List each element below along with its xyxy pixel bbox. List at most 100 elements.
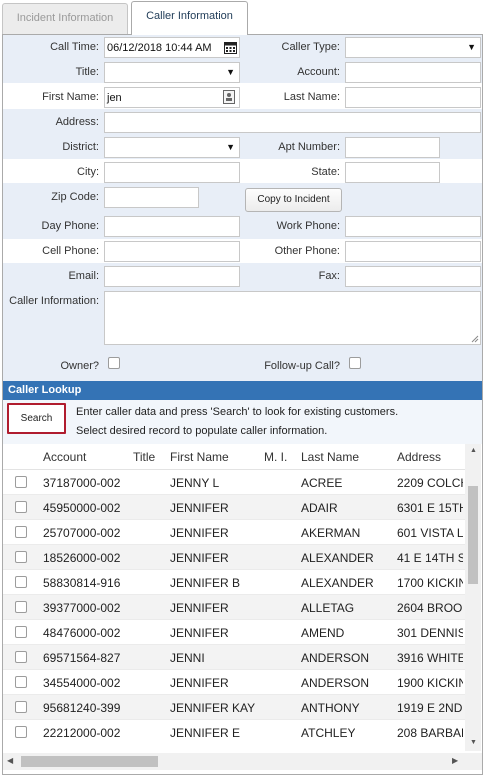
district-select[interactable]: ▼ xyxy=(104,137,240,158)
grid-vertical-scrollbar[interactable]: ▲ ▼ xyxy=(465,444,481,751)
cell-first-name: JENNIFER B xyxy=(170,576,241,590)
table-row[interactable]: 48476000-002 JENNIFER AMEND 301 DENNIS xyxy=(3,620,465,645)
cell-last-name: ALEXANDER xyxy=(301,551,374,565)
row-select-checkbox[interactable] xyxy=(15,601,27,613)
scroll-left-arrow-icon[interactable]: ◀ xyxy=(7,756,13,765)
scroll-right-arrow-icon[interactable]: ▶ xyxy=(452,756,458,765)
row-select-checkbox[interactable] xyxy=(15,501,27,513)
cell-phone-input[interactable] xyxy=(104,241,240,262)
account-label: Account: xyxy=(297,66,340,78)
caller-information-textarea[interactable] xyxy=(104,291,481,345)
call-time-label: Call Time: xyxy=(50,41,99,53)
call-time-field[interactable]: 06/12/2018 10:44 AM xyxy=(104,37,240,58)
vertical-scroll-thumb[interactable] xyxy=(468,486,478,584)
column-header-address[interactable]: Address xyxy=(397,450,441,464)
account-input[interactable] xyxy=(345,62,481,83)
column-header-mi[interactable]: M. I. xyxy=(264,450,287,464)
owner-checkbox[interactable] xyxy=(108,357,120,369)
scroll-up-arrow-icon[interactable]: ▲ xyxy=(470,447,477,454)
cell-first-name: JENNIFER xyxy=(170,626,229,640)
table-row[interactable]: 25707000-002 JENNIFER AKERMAN 601 VISTA LN xyxy=(3,520,465,545)
tab-incident-information[interactable]: Incident Information xyxy=(2,3,128,34)
grid-horizontal-scrollbar[interactable]: ◀ ▶ xyxy=(3,753,482,770)
horizontal-scroll-thumb[interactable] xyxy=(21,756,158,767)
table-row[interactable]: 95681240-399 JENNIFER KAY ANTHONY 1919 E 2N… xyxy=(3,695,465,720)
last-name-input[interactable] xyxy=(345,87,481,108)
cell-address: 301 DENNIS xyxy=(397,626,463,640)
table-row[interactable]: 58830814-916 JENNIFER B ALEXANDER 1700 KICK… xyxy=(3,570,465,595)
lookup-instruction-2: Select desired record to populate caller… xyxy=(76,425,328,437)
row-select-checkbox[interactable] xyxy=(15,726,27,738)
cell-last-name: AMEND xyxy=(301,626,345,640)
contact-card-icon[interactable] xyxy=(223,90,235,104)
cell-last-name: AKERMAN xyxy=(301,526,361,540)
email-input[interactable] xyxy=(104,266,240,287)
district-label: District: xyxy=(62,141,99,153)
table-row[interactable]: 69571564-827 JENNI ANDERSON 3916 WHITE xyxy=(3,645,465,670)
day-phone-label: Day Phone: xyxy=(41,220,99,232)
fax-label: Fax: xyxy=(318,270,340,282)
row-select-checkbox[interactable] xyxy=(15,676,27,688)
cell-account: 25707000-002 xyxy=(43,526,121,540)
cell-account: 34554000-002 xyxy=(43,676,121,690)
fax-input[interactable] xyxy=(345,266,481,287)
day-phone-input[interactable] xyxy=(104,216,240,237)
table-row[interactable]: 22212000-002 JENNIFER E ATCHLEY 208 BARBAR xyxy=(3,720,465,744)
state-input[interactable] xyxy=(345,162,440,183)
cell-first-name: JENNIFER xyxy=(170,601,229,615)
lookup-instruction-1: Enter caller data and press 'Search' to … xyxy=(76,406,399,418)
city-input[interactable] xyxy=(104,162,240,183)
cell-last-name: ACREE xyxy=(301,476,343,490)
address-label: Address: xyxy=(55,116,99,128)
work-phone-input[interactable] xyxy=(345,216,481,237)
row-select-checkbox[interactable] xyxy=(15,526,27,538)
title-select[interactable]: ▼ xyxy=(104,62,240,83)
table-row[interactable]: 39377000-002 JENNIFER ALLETAG 2604 BROOK xyxy=(3,595,465,620)
cell-address: 208 BARBAR xyxy=(397,726,463,740)
dropdown-arrow-icon: ▼ xyxy=(226,142,235,152)
cell-account: 58830814-916 xyxy=(43,576,121,590)
column-header-account[interactable]: Account xyxy=(43,450,86,464)
zip-code-input[interactable] xyxy=(104,187,199,208)
table-row[interactable]: 45950000-002 JENNIFER ADAIR 6301 E 15TH xyxy=(3,495,465,520)
row-select-checkbox[interactable] xyxy=(15,651,27,663)
other-phone-input[interactable] xyxy=(345,241,481,262)
resize-handle-icon[interactable] xyxy=(471,335,479,343)
last-name-label: Last Name: xyxy=(283,91,340,103)
address-input[interactable] xyxy=(104,112,481,133)
apt-number-input[interactable] xyxy=(345,137,440,158)
row-select-checkbox[interactable] xyxy=(15,476,27,488)
cell-address: 41 E 14TH ST xyxy=(397,551,463,565)
cell-account: 45950000-002 xyxy=(43,501,121,515)
city-label: City: xyxy=(77,166,99,178)
follow-up-call-checkbox[interactable] xyxy=(349,357,361,369)
copy-to-incident-button[interactable]: Copy to Incident xyxy=(245,188,342,212)
calendar-icon[interactable] xyxy=(224,41,237,54)
first-name-input[interactable]: jen xyxy=(104,87,240,108)
tab-caller-information[interactable]: Caller Information xyxy=(131,1,248,35)
caller-lookup-header: Caller Lookup xyxy=(3,381,482,400)
search-button[interactable]: Search xyxy=(7,403,66,434)
cell-address: 1700 KICKIN xyxy=(397,576,463,590)
cell-last-name: ALEXANDER xyxy=(301,576,374,590)
cell-last-name: ANDERSON xyxy=(301,651,370,665)
row-select-checkbox[interactable] xyxy=(15,626,27,638)
first-name-value: jen xyxy=(107,92,122,104)
cell-account: 95681240-399 xyxy=(43,701,121,715)
scroll-down-arrow-icon[interactable]: ▼ xyxy=(470,739,477,746)
row-select-checkbox[interactable] xyxy=(15,551,27,563)
column-header-last-name[interactable]: Last Name xyxy=(301,450,359,464)
cell-account: 48476000-002 xyxy=(43,626,121,640)
work-phone-label: Work Phone: xyxy=(276,220,340,232)
cell-first-name: JENNY L xyxy=(170,476,220,490)
column-header-title[interactable]: Title xyxy=(133,450,155,464)
row-select-checkbox[interactable] xyxy=(15,701,27,713)
table-row[interactable]: 37187000-002 JENNY L ACREE 2209 COLCH xyxy=(3,470,465,495)
table-row[interactable]: 18526000-002 JENNIFER ALEXANDER 41 E 14TH S… xyxy=(3,545,465,570)
caller-type-select[interactable]: ▼ xyxy=(345,37,481,58)
row-select-checkbox[interactable] xyxy=(15,576,27,588)
column-header-first-name[interactable]: First Name xyxy=(170,450,229,464)
table-row[interactable]: 34554000-002 JENNIFER ANDERSON 1900 KICKIN xyxy=(3,670,465,695)
state-label: State: xyxy=(311,166,340,178)
cell-address: 2604 BROOK xyxy=(397,601,463,615)
